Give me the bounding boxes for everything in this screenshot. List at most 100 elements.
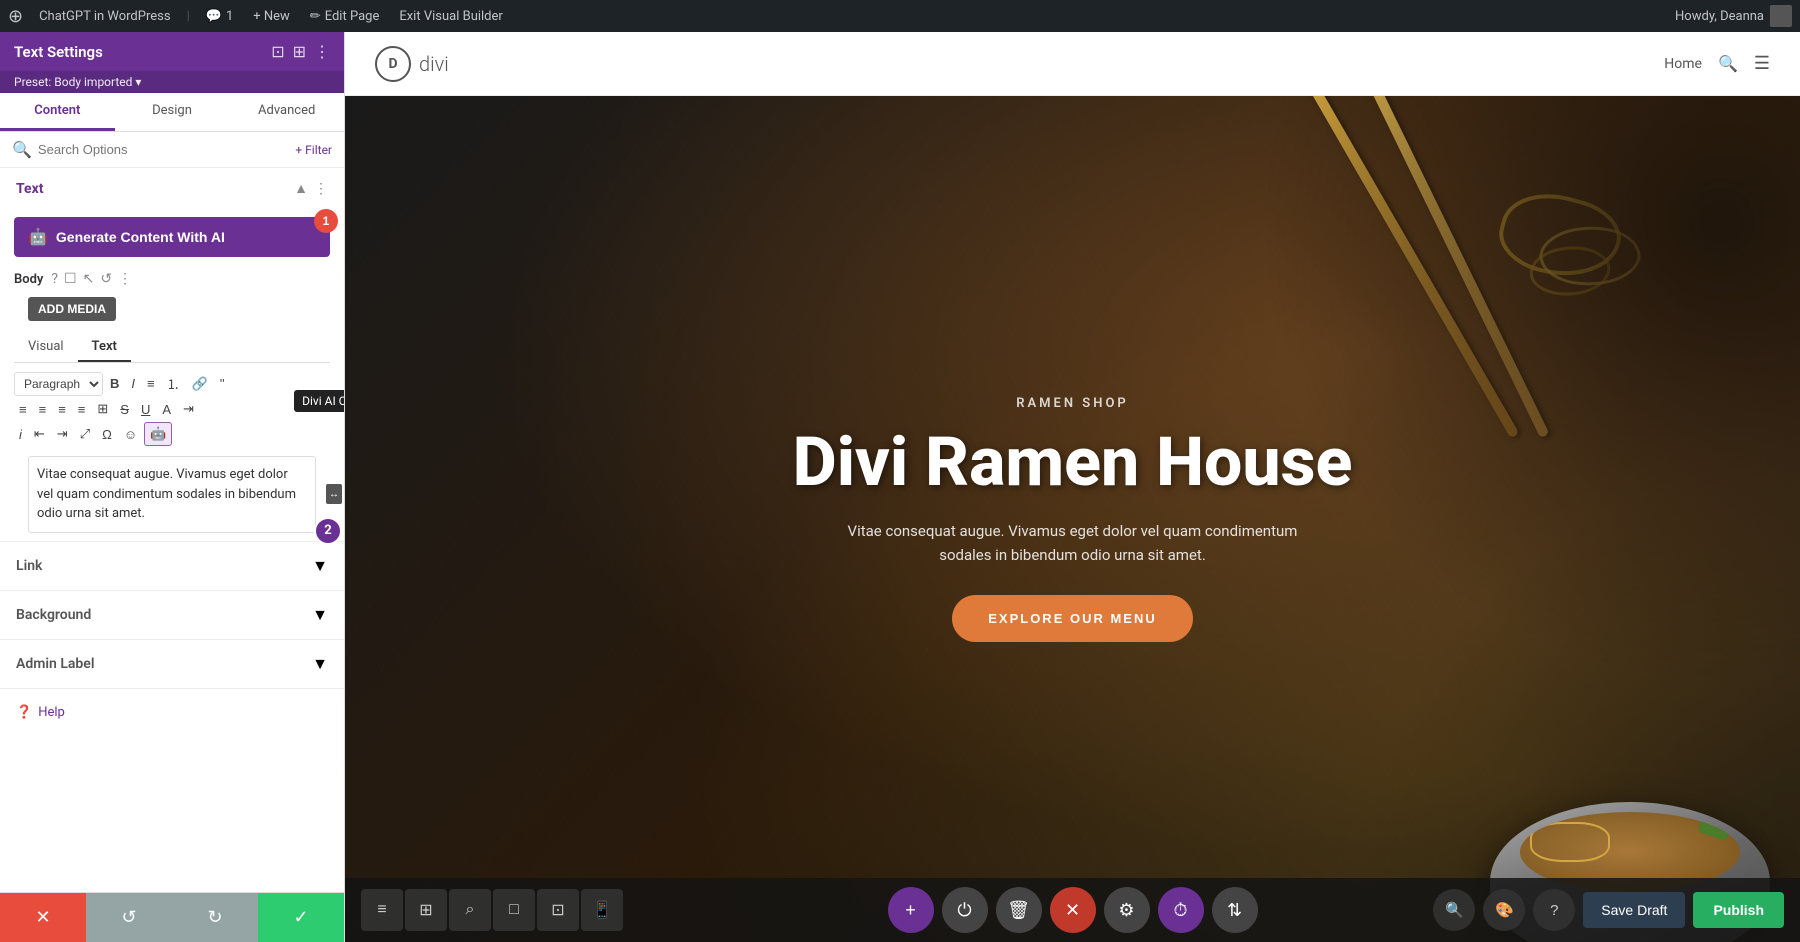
background-section[interactable]: Background ▼ <box>0 591 344 640</box>
bar-site-name[interactable]: ChatGPT in WordPress <box>35 9 174 24</box>
toolbar-row-1: Paragraph B I ≡ ⒈ 🔗 " <box>14 371 330 396</box>
bar-comments[interactable]: 💬 1 <box>202 9 238 24</box>
preset-row[interactable]: Preset: Body imported ▾ <box>0 71 344 93</box>
panel-tabs: Content Design Advanced <box>0 93 344 132</box>
step-badge-2: 2 <box>314 517 342 545</box>
body-undo-icon[interactable]: ↺ <box>100 271 112 287</box>
nav-search-icon[interactable]: 🔍 <box>1718 54 1738 73</box>
nav-home-link[interactable]: Home <box>1664 56 1702 72</box>
desktop-view-button[interactable]: □ <box>493 889 535 931</box>
display-settings-button[interactable]: 🎨 <box>1483 889 1525 931</box>
drag-handle[interactable]: ↔ <box>326 484 342 504</box>
strikethrough-button[interactable]: S <box>115 399 134 420</box>
underline-button[interactable]: U <box>136 399 155 420</box>
link-section[interactable]: Link ▼ <box>0 542 344 591</box>
fullscreen-button[interactable]: ⤢ <box>75 423 95 445</box>
text-section-menu[interactable]: ⋮ <box>314 181 328 197</box>
bar-edit-page[interactable]: ✏ Edit Page <box>306 9 384 24</box>
unordered-list-button[interactable]: ≡ <box>142 373 160 394</box>
visual-text-tabs: Visual Text <box>14 333 330 363</box>
bottom-left-tools: ≡ ⊞ ⌕ □ ⊡ 📱 <box>361 889 623 931</box>
nav-hamburger-icon[interactable]: ☰ <box>1754 53 1770 74</box>
text-color-button[interactable]: A <box>157 399 176 420</box>
text-section-chevron-up[interactable]: ▲ <box>294 180 308 197</box>
right-tools: 🔍 🎨 ? Save Draft Publish <box>1433 889 1784 931</box>
divi-logo: D divi <box>375 46 449 82</box>
vt-tab-visual[interactable]: Visual <box>14 333 78 362</box>
history-button[interactable]: ⏱ <box>1158 887 1204 933</box>
italic-button[interactable]: I <box>126 373 140 394</box>
admin-label-section[interactable]: Admin Label ▼ <box>0 640 344 689</box>
close-element-button[interactable]: ✕ <box>1050 887 1096 933</box>
save-draft-button[interactable]: Save Draft <box>1583 892 1685 928</box>
text-section-controls: ▲ ⋮ <box>294 180 328 197</box>
panel-menu-icon[interactable]: ⋮ <box>314 42 330 61</box>
power-button[interactable]: ⏻ <box>942 887 988 933</box>
panel-redo-button[interactable]: ↻ <box>172 893 258 942</box>
bold-button[interactable]: B <box>105 373 124 394</box>
search-icon: 🔍 <box>12 140 32 159</box>
panel-grid-icon[interactable]: ⊞ <box>293 42 306 61</box>
divi-ai-options-button[interactable]: 🤖 <box>144 422 172 446</box>
panel-close-button[interactable]: ✕ <box>0 893 86 942</box>
hero-content: RAMEN SHOP Divi Ramen House Vitae conseq… <box>753 356 1393 683</box>
tab-design[interactable]: Design <box>115 93 230 131</box>
search-canvas-button[interactable]: 🔍 <box>1433 889 1475 931</box>
admin-label-title: Admin Label <box>16 656 94 672</box>
body-clipboard-icon[interactable]: ☐ <box>64 271 77 287</box>
center-tools: + ⏻ 🗑 ✕ ⚙ ⏱ ⇅ <box>888 887 1258 933</box>
body-more-icon[interactable]: ⋮ <box>118 271 132 287</box>
filter-button[interactable]: + Filter <box>295 143 332 157</box>
ai-badge: 1 <box>314 209 338 233</box>
bar-new[interactable]: + New <box>249 9 294 24</box>
help-button[interactable]: ? <box>1533 889 1575 931</box>
zoom-button[interactable]: ⌕ <box>449 889 491 931</box>
link-button[interactable]: 🔗 <box>187 373 213 395</box>
left-panel: Text Settings ⊡ ⊞ ⋮ Preset: Body importe… <box>0 32 345 942</box>
settings-button[interactable]: ⚙ <box>1104 887 1150 933</box>
help-row[interactable]: ❓ Help <box>0 689 344 736</box>
omega-button[interactable]: Ω <box>97 424 117 445</box>
generate-ai-button[interactable]: 🤖 Generate Content With AI 1 <box>14 217 330 257</box>
tab-advanced[interactable]: Advanced <box>229 93 344 131</box>
ordered-list-button[interactable]: ⒈ <box>162 371 185 396</box>
reorder-button[interactable]: ⇅ <box>1212 887 1258 933</box>
panel-undo-button[interactable]: ↺ <box>86 893 172 942</box>
tablet-view-button[interactable]: ⊡ <box>537 889 579 931</box>
indent-button[interactable]: ⇥ <box>178 398 199 420</box>
paragraph-select[interactable]: Paragraph <box>14 372 103 396</box>
tab-content[interactable]: Content <box>0 93 115 131</box>
settings-menu-button[interactable]: ≡ <box>361 889 403 931</box>
wp-logo-icon[interactable]: ⊕ <box>8 6 23 27</box>
body-cursor-icon[interactable]: ↖ <box>83 271 95 287</box>
help-icon: ❓ <box>16 705 32 720</box>
indent3-button[interactable]: ⇥ <box>52 423 73 445</box>
body-help-icon[interactable]: ? <box>51 271 58 287</box>
bottom-toolbar: ≡ ⊞ ⌕ □ ⊡ 📱 + ⏻ 🗑 ✕ ⚙ ⏱ ⇅ 🔍 🎨 ? <box>345 878 1800 942</box>
panel-confirm-button[interactable]: ✓ <box>258 893 344 942</box>
table-button[interactable]: ⊞ <box>92 398 113 420</box>
bar-exit-builder[interactable]: Exit Visual Builder <box>395 9 506 24</box>
italic2-button[interactable]: i <box>14 424 27 445</box>
ai-icon: 🤖 <box>28 227 48 247</box>
vt-tab-text[interactable]: Text <box>78 333 131 362</box>
add-media-button[interactable]: ADD MEDIA <box>28 297 116 321</box>
panel-bottom-buttons: ✕ ↺ ↻ ✓ <box>0 892 344 942</box>
align-justify-button[interactable]: ≡ <box>73 399 91 420</box>
editor-content[interactable]: Vitae consequat augue. Vivamus eget dolo… <box>28 456 316 533</box>
align-right-button[interactable]: ≡ <box>53 399 71 420</box>
panel-duplicate-icon[interactable]: ⊡ <box>271 42 284 61</box>
align-left-button[interactable]: ≡ <box>14 399 32 420</box>
search-input[interactable] <box>38 142 289 157</box>
mobile-view-button[interactable]: 📱 <box>581 889 623 931</box>
emoji-button[interactable]: ☺ <box>119 424 142 445</box>
howdy-section: Howdy, Deanna <box>1675 5 1792 27</box>
publish-button[interactable]: Publish <box>1693 892 1784 928</box>
hero-cta-button[interactable]: EXPLORE OUR MENU <box>952 595 1193 642</box>
grid-view-button[interactable]: ⊞ <box>405 889 447 931</box>
blockquote-button[interactable]: " <box>215 373 230 394</box>
delete-button[interactable]: 🗑 <box>996 887 1042 933</box>
align-center-button[interactable]: ≡ <box>34 399 52 420</box>
indent2-button[interactable]: ⇤ <box>29 423 50 445</box>
add-element-button[interactable]: + <box>888 887 934 933</box>
